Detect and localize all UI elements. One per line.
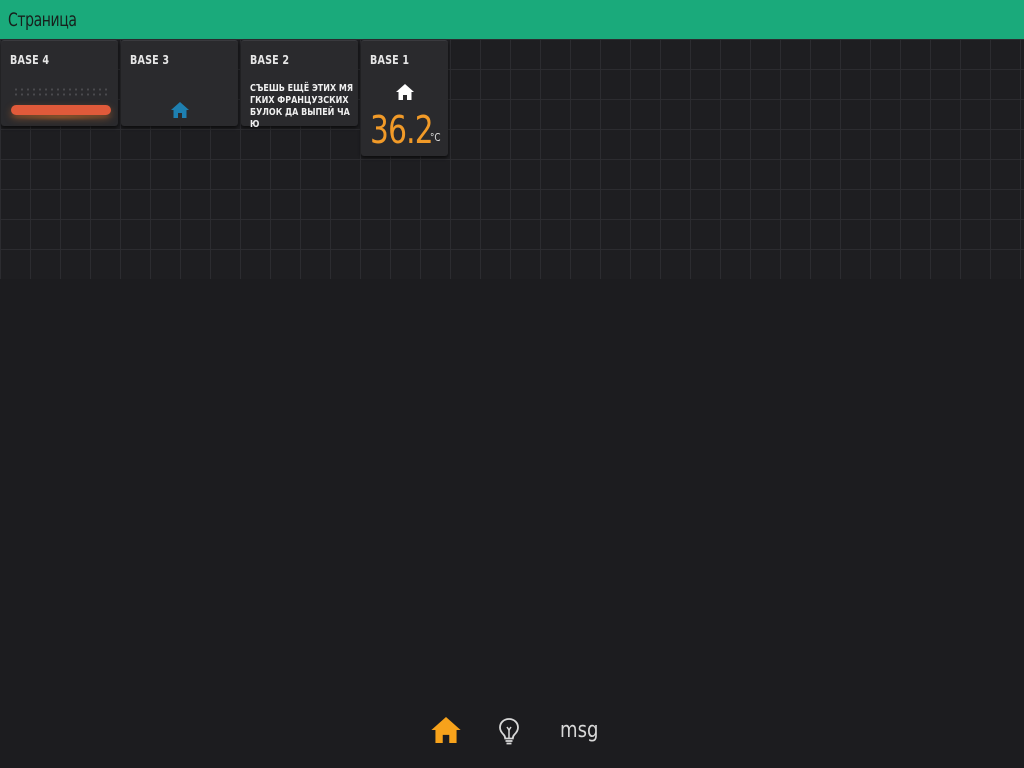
home-icon: [171, 102, 189, 118]
tile-base2[interactable]: BASE 2 СЪЕШЬ ЕЩЁ ЭТИХ МЯГКИХ ФРАНЦУЗСКИХ…: [241, 40, 358, 130]
home-icon: [396, 84, 414, 100]
temperature-unit: °C: [430, 131, 441, 144]
tile-title: BASE 4: [10, 53, 50, 67]
tile-base4[interactable]: BASE 4: [1, 40, 118, 126]
tile-title: BASE 3: [130, 53, 170, 67]
nav-msg-button[interactable]: msg: [560, 718, 598, 743]
tile-title: BASE 1: [370, 53, 410, 67]
lightbulb-icon: [498, 718, 520, 749]
bottom-nav: msg: [0, 712, 1024, 752]
home-icon: [431, 717, 461, 747]
tile-base1[interactable]: BASE 1 36.2 °C: [361, 40, 448, 156]
slider-bar[interactable]: [11, 105, 111, 115]
temperature-value: 36.2: [370, 108, 434, 152]
header-bar: Страница: [0, 0, 1024, 39]
nav-home-button[interactable]: [431, 717, 461, 747]
nav-idea-button[interactable]: [498, 717, 520, 749]
tile-title: BASE 2: [250, 53, 290, 67]
page-title: Страница: [8, 8, 77, 31]
tile-base3[interactable]: BASE 3: [121, 40, 238, 126]
slider-track-dots: [13, 87, 109, 97]
tile-message-text: СЪЕШЬ ЕЩЁ ЭТИХ МЯГКИХ ФРАНЦУЗСКИХ БУЛОК …: [250, 83, 354, 130]
